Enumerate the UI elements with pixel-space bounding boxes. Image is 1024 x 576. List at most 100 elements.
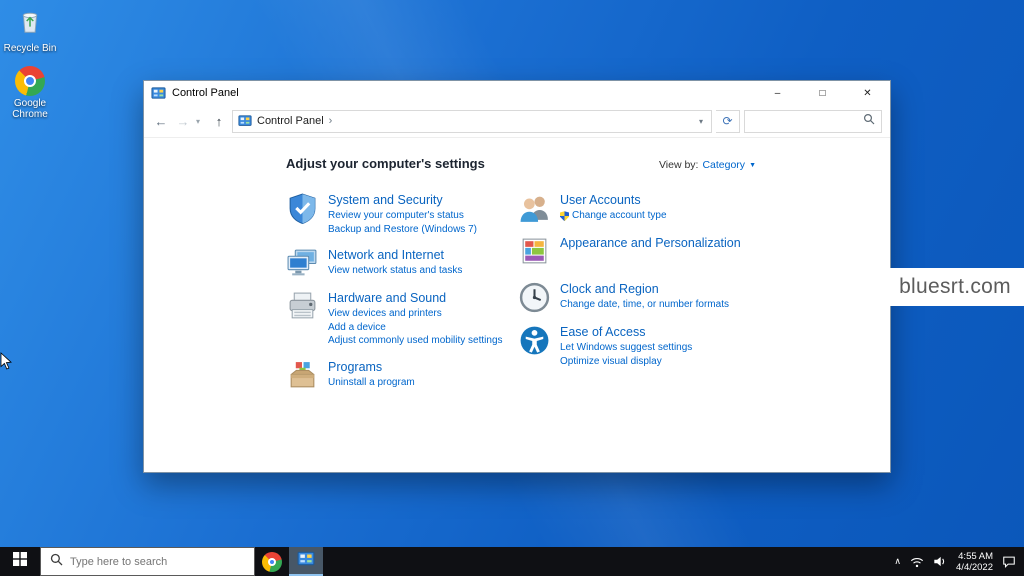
category-title[interactable]: Network and Internet [328, 248, 462, 262]
category-link[interactable]: Backup and Restore (Windows 7) [328, 224, 477, 237]
windows-logo-icon [13, 552, 27, 571]
address-bar[interactable]: Control Panel › ▾ [232, 109, 712, 133]
taskbar-clock[interactable]: 4:55 AM 4/4/2022 [956, 551, 993, 573]
control-panel-search-input[interactable] [751, 115, 863, 127]
search-icon [863, 112, 875, 130]
search-icon [50, 553, 63, 571]
start-button[interactable] [0, 547, 40, 576]
link-label: Let Windows suggest settings [560, 342, 693, 353]
link-label: Uninstall a program [328, 376, 415, 388]
action-center-icon[interactable] [1002, 555, 1016, 568]
desktop-icon-label: Google Chrome [12, 98, 48, 120]
control-panel-icon [151, 86, 166, 101]
control-panel-icon [297, 550, 315, 573]
titlebar[interactable]: Control Panel – □ ✕ [144, 81, 890, 105]
category-link[interactable]: Uninstall a program [328, 377, 415, 390]
printer-icon[interactable] [286, 290, 319, 323]
view-by-dropdown[interactable]: Category [702, 159, 745, 171]
system-tray: ∧ 4:55 AM 4/4/2022 [894, 547, 1024, 576]
chrome-icon [262, 551, 282, 572]
taskbar: ∧ 4:55 AM 4/4/2022 [0, 547, 1024, 576]
taskbar-chrome-button[interactable] [255, 547, 289, 576]
category-title[interactable]: System and Security [328, 193, 477, 207]
clock-icon[interactable] [518, 281, 551, 314]
window-controls: – □ ✕ [755, 81, 890, 105]
category-clock-and-region: Clock and Region Change date, time, or n… [518, 281, 756, 314]
up-button[interactable]: ↑ [210, 114, 228, 129]
desktop-icon-label: Recycle Bin [3, 43, 57, 54]
breadcrumb-control-panel[interactable]: Control Panel [257, 115, 324, 127]
category-link[interactable]: Add a device [328, 322, 503, 335]
control-panel-icon [238, 114, 252, 128]
recent-pages-caret-icon[interactable]: ▾ [196, 117, 206, 126]
link-label: Change date, time, or number formats [560, 299, 729, 310]
category-link[interactable]: Change date, time, or number formats [560, 299, 729, 312]
category-appearance-and-personalization: Appearance and Personalization [518, 235, 756, 268]
taskbar-search[interactable] [40, 547, 255, 576]
desktop-icon-recycle-bin[interactable]: Recycle Bin [2, 6, 58, 54]
category-link[interactable]: Change account type [560, 210, 667, 223]
programs-box-icon[interactable] [286, 359, 319, 392]
category-link[interactable]: Adjust commonly used mobility settings [328, 335, 503, 348]
category-title[interactable]: Ease of Access [560, 325, 692, 339]
category-ease-of-access: Ease of Access Let Windows suggest setti… [518, 324, 756, 369]
link-label: View devices and printers [328, 308, 442, 319]
category-user-accounts: User Accounts Change account type [518, 192, 756, 225]
forward-button[interactable]: → [174, 114, 192, 129]
category-title[interactable]: User Accounts [560, 193, 667, 207]
minimize-button[interactable]: – [755, 81, 800, 105]
desktop-icon-google-chrome[interactable]: Google Chrome [2, 66, 58, 120]
view-by-caret-icon[interactable]: ▼ [749, 162, 756, 169]
chrome-icon [15, 66, 45, 96]
ease-of-access-icon[interactable] [518, 324, 551, 357]
maximize-button[interactable]: □ [800, 81, 845, 105]
link-label: Add a device [328, 321, 386, 333]
network-monitors-icon[interactable] [286, 247, 319, 280]
category-columns: System and Security Review your computer… [286, 192, 756, 402]
navigation-bar: ← → ▾ ↑ Control Panel › ▾ ⟳ [144, 105, 890, 138]
network-icon[interactable] [910, 556, 924, 568]
view-by-label: View by: [658, 159, 699, 171]
taskbar-search-input[interactable] [70, 555, 245, 568]
close-button[interactable]: ✕ [845, 81, 890, 105]
category-title[interactable]: Clock and Region [560, 282, 729, 296]
user-accounts-icon[interactable] [518, 192, 551, 225]
clock-date: 4/4/2022 [956, 561, 993, 573]
link-label: Optimize visual display [560, 355, 662, 367]
shield-icon[interactable] [286, 192, 319, 225]
category-title[interactable]: Appearance and Personalization [560, 236, 741, 250]
category-link[interactable]: Review your computer's status [328, 210, 477, 223]
link-label: Review your computer's status [328, 210, 464, 221]
window-title: Control Panel [172, 87, 239, 99]
mouse-cursor [0, 352, 12, 375]
volume-icon[interactable] [933, 555, 947, 568]
category-link[interactable]: View network status and tasks [328, 265, 462, 278]
control-panel-search[interactable] [744, 109, 882, 133]
link-label: Change account type [572, 210, 667, 221]
category-title[interactable]: Hardware and Sound [328, 291, 503, 305]
uac-shield-icon [560, 211, 569, 222]
back-button[interactable]: ← [152, 114, 170, 129]
watermark: bluesrt.com [886, 268, 1024, 306]
category-system-and-security: System and Security Review your computer… [286, 192, 518, 237]
clock-time: 4:55 AM [958, 550, 993, 562]
link-label: Adjust commonly used mobility settings [328, 335, 503, 346]
appearance-icon[interactable] [518, 235, 551, 268]
hidden-icons-chevron-icon[interactable]: ∧ [894, 556, 901, 567]
category-link[interactable]: Let Windows suggest settings [560, 342, 692, 355]
chevron-right-icon[interactable]: › [329, 115, 333, 127]
category-title[interactable]: Programs [328, 360, 415, 374]
control-panel-window: Control Panel – □ ✕ ← → ▾ ↑ Control Pane… [143, 80, 891, 473]
category-link[interactable]: Optimize visual display [560, 356, 692, 369]
category-link[interactable]: View devices and printers [328, 308, 503, 321]
recycle-bin-icon [15, 6, 45, 41]
page-title: Adjust your computer's settings [286, 156, 485, 171]
category-programs: Programs Uninstall a program [286, 359, 518, 392]
window-content: Adjust your computer's settings View by:… [144, 138, 890, 472]
refresh-button[interactable]: ⟳ [716, 109, 740, 133]
taskbar-control-panel-button[interactable] [289, 547, 323, 576]
category-network-and-internet: Network and Internet View network status… [286, 247, 518, 280]
link-label: Backup and Restore (Windows 7) [328, 223, 477, 235]
address-dropdown-caret-icon[interactable]: ▾ [696, 117, 706, 126]
view-by-control: View by: Category ▼ [659, 159, 756, 171]
